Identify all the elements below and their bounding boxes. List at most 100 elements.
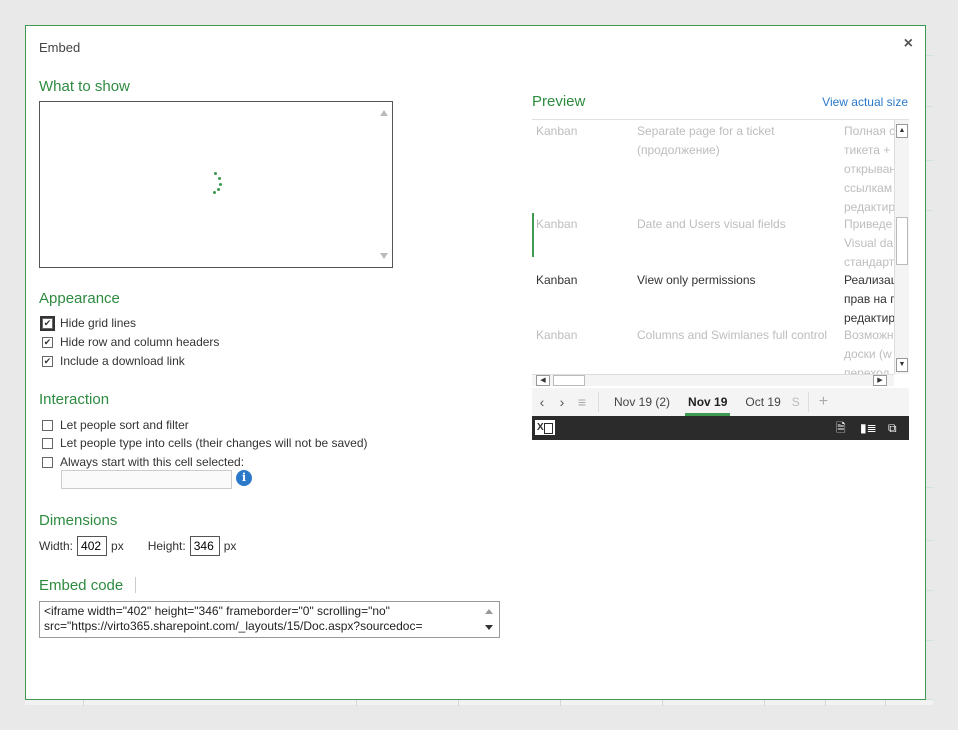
tab-nov-19[interactable]: Nov 19	[679, 388, 736, 416]
tab-nov-19-2[interactable]: Nov 19 (2)	[605, 388, 679, 416]
cell-line: открыван	[844, 162, 894, 176]
popout-icon[interactable]: ⧉	[888, 421, 897, 435]
preview-heading: Preview	[532, 93, 586, 110]
chevron-left-icon[interactable]: ‹	[532, 394, 552, 410]
scroll-up-icon[interactable]	[485, 609, 493, 614]
preview-frame: Kanban Separate page for a ticket (продо…	[532, 119, 909, 440]
background-gridline	[925, 540, 933, 541]
cell-line: Реализац	[844, 273, 894, 287]
scroll-down-icon[interactable]: ▼	[896, 358, 908, 372]
sort-filter-label: Let people sort and filter	[60, 418, 189, 432]
hide-headers-label: Hide row and column headers	[60, 335, 220, 349]
info-icon[interactable]: i	[236, 470, 252, 486]
embed-code-line: src="https://virto365.sharepoint.com/_la…	[44, 619, 423, 633]
start-cell-checkbox[interactable]	[42, 456, 53, 468]
dimensions-heading: Dimensions	[39, 512, 118, 529]
dialog-title: Embed	[39, 40, 81, 55]
table-cell: Полная с тикета + открыван ссылкам редак…	[844, 122, 894, 217]
scroll-up-icon[interactable]	[380, 110, 388, 116]
sort-filter-option[interactable]: Let people sort and filter	[42, 417, 189, 433]
height-unit: px	[223, 539, 237, 553]
table-cell: Kanban	[536, 328, 578, 342]
table-cell: Приведе Visual da стандарт	[844, 215, 894, 272]
hide-grid-lines-label: Hide grid lines	[60, 316, 137, 330]
preview-horizontal-scrollbar[interactable]: ◀ ▶	[532, 374, 894, 386]
scroll-thumb[interactable]	[896, 217, 908, 265]
cell-line: (продолжение)	[637, 143, 720, 157]
tab-truncated[interactable]: S	[790, 388, 802, 416]
appearance-heading: Appearance	[39, 290, 120, 307]
cell-line: Columns and Swimlanes full control	[637, 328, 828, 342]
preview-grid[interactable]: Kanban Separate page for a ticket (продо…	[532, 120, 894, 374]
excel-status-bar: X 🗎 ▮≣ ⧉	[532, 416, 909, 440]
sheet-tabs-bar: ‹ › ≡ Nov 19 (2) Nov 19 Oct 19 S +	[532, 388, 909, 416]
hide-headers-option[interactable]: ✔ Hide row and column headers	[42, 334, 219, 350]
scroll-right-icon[interactable]: ▶	[873, 375, 887, 386]
cell-line: тикета +	[844, 143, 891, 157]
excel-logo-icon[interactable]: X	[535, 420, 555, 435]
scroll-up-icon[interactable]: ▲	[896, 124, 908, 138]
height-label: Height:	[147, 539, 186, 553]
cell-line: View only permissions	[637, 273, 756, 287]
embed-dialog: Embed × What to show Appearance ✔ Hide g…	[25, 25, 926, 700]
scroll-thumb[interactable]	[553, 375, 585, 386]
download-link-option[interactable]: ✔ Include a download link	[42, 353, 185, 369]
all-sheets-icon[interactable]: ≡	[572, 394, 592, 410]
download-file-icon[interactable]: 🗎	[836, 421, 846, 435]
scroll-down-icon[interactable]	[380, 253, 388, 259]
background-gridline	[925, 487, 933, 488]
width-label: Width:	[39, 539, 74, 553]
cell-line: стандарт	[844, 255, 894, 269]
loading-spinner-icon	[212, 172, 228, 198]
start-cell-input[interactable]	[61, 470, 232, 489]
scroll-down-icon[interactable]	[485, 625, 493, 630]
what-to-show-heading: What to show	[39, 78, 130, 95]
download-link-label: Include a download link	[60, 354, 185, 368]
start-cell-option[interactable]: Always start with this cell selected:	[42, 454, 244, 470]
background-gridline	[925, 210, 933, 211]
hide-grid-lines-checkbox[interactable]: ✔	[40, 315, 55, 331]
type-cells-option[interactable]: Let people type into cells (their change…	[42, 435, 368, 451]
table-cell: View only permissions	[637, 271, 756, 290]
width-unit: px	[111, 539, 124, 553]
background-gridline	[925, 55, 933, 56]
cell-line: Visual da	[844, 236, 894, 250]
cell-line: Возможн	[844, 328, 894, 342]
add-sheet-icon[interactable]: +	[815, 393, 828, 411]
hide-headers-checkbox[interactable]: ✔	[42, 336, 53, 348]
type-cells-checkbox[interactable]	[42, 437, 53, 449]
start-cell-label: Always start with this cell selected:	[60, 455, 245, 469]
background-gridline	[925, 106, 933, 107]
chevron-right-icon[interactable]: ›	[552, 394, 572, 410]
embed-code-textarea[interactable]: <iframe width="402" height="346" framebo…	[39, 601, 500, 638]
text-cursor	[135, 577, 136, 593]
table-cell: Реализац прав на п редактир	[844, 271, 894, 328]
cell-line: Полная с	[844, 124, 894, 138]
view-actual-size-link[interactable]: View actual size	[822, 95, 908, 109]
interaction-heading: Interaction	[39, 391, 110, 408]
cell-line: прав на п	[844, 292, 894, 306]
height-input[interactable]	[189, 536, 220, 556]
scroll-left-icon[interactable]: ◀	[536, 375, 550, 386]
hide-grid-lines-option[interactable]: ✔ Hide grid lines	[40, 315, 137, 331]
embed-code-line: <iframe width="402" height="346" framebo…	[44, 604, 390, 618]
sort-filter-checkbox[interactable]	[42, 419, 53, 431]
cell-line: Приведе	[844, 217, 893, 231]
table-cell: Kanban	[536, 217, 578, 231]
embed-code-heading: Embed code	[39, 577, 124, 594]
cell-line: Date and Users visual fields	[637, 217, 786, 231]
what-to-show-scrollbar[interactable]	[376, 102, 392, 267]
cell-line: Separate page for a ticket	[637, 124, 775, 138]
dimensions-row: Width: px Height: px	[39, 536, 236, 556]
what-to-show-list[interactable]	[39, 101, 393, 268]
type-cells-label: Let people type into cells (their change…	[60, 436, 368, 450]
close-icon[interactable]: ×	[904, 35, 913, 53]
width-input[interactable]	[77, 536, 108, 556]
background-gridline	[925, 590, 933, 591]
tab-oct-19[interactable]: Oct 19	[736, 388, 789, 416]
details-icon[interactable]: ▮≣	[860, 421, 877, 435]
preview-vertical-scrollbar[interactable]: ▲ ▼	[894, 120, 909, 374]
table-cell: Kanban	[536, 273, 578, 287]
table-cell: Date and Users visual fields	[637, 215, 786, 234]
download-link-checkbox[interactable]: ✔	[42, 355, 53, 367]
